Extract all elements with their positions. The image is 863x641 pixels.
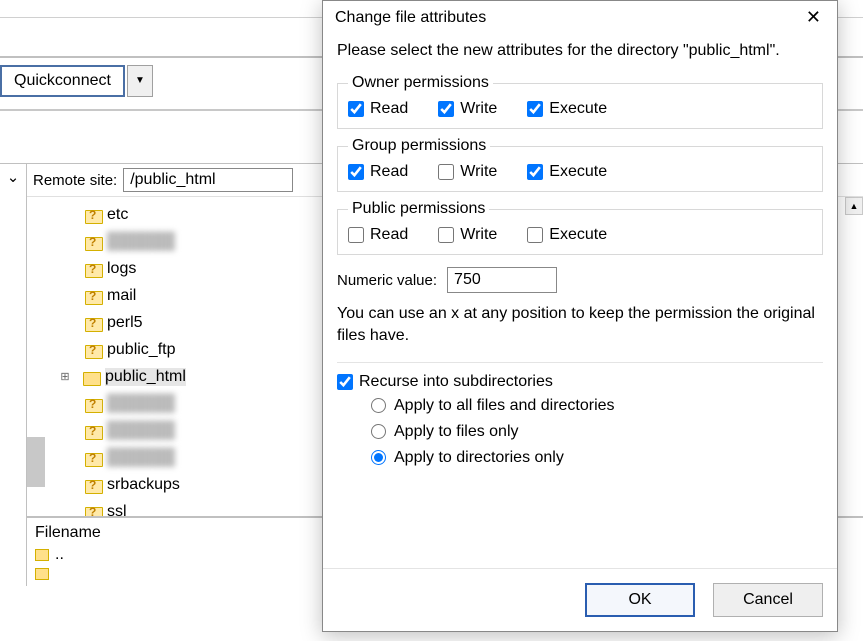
- scroll-up-button[interactable]: ▲: [845, 197, 863, 215]
- recurse-section: Recurse into subdirectories Apply to all…: [337, 362, 823, 467]
- owner-legend: Owner permissions: [348, 74, 493, 92]
- owner-read[interactable]: Read: [348, 100, 408, 118]
- tree-item-label: ██████: [107, 395, 175, 413]
- public-permissions-group: Public permissions Read Write Execute: [337, 200, 823, 255]
- owner-permissions-group: Owner permissions Read Write Execute: [337, 74, 823, 129]
- folder-unknown-icon: [85, 289, 101, 303]
- dialog-title: Change file attributes: [335, 9, 486, 27]
- tree-expander-icon[interactable]: ⊞: [59, 371, 71, 383]
- tree-item-label: public_html: [105, 368, 186, 386]
- quickconnect-dropdown[interactable]: ▼: [127, 65, 153, 97]
- folder-unknown-icon: [85, 478, 101, 492]
- folder-unknown-icon: [85, 235, 101, 249]
- tree-item-label: public_ftp: [107, 341, 176, 359]
- folder-unknown-icon: [85, 343, 101, 357]
- tree-item-label: ssl: [107, 503, 127, 517]
- group-execute[interactable]: Execute: [527, 163, 607, 181]
- numeric-value-row: Numeric value:: [337, 267, 823, 293]
- group-write[interactable]: Write: [438, 163, 497, 181]
- recurse-checkbox[interactable]: Recurse into subdirectories: [337, 373, 823, 391]
- recurse-radio-option[interactable]: Apply to directories only: [371, 449, 823, 467]
- group-legend: Group permissions: [348, 137, 490, 155]
- folder-unknown-icon: [85, 208, 101, 222]
- local-site-dropdown[interactable]: ⌄: [0, 164, 26, 586]
- tree-item-label: ██████: [107, 449, 175, 467]
- tree-item-label: etc: [107, 206, 128, 224]
- tree-item-label: logs: [107, 260, 136, 278]
- ok-button[interactable]: OK: [585, 583, 695, 617]
- owner-execute[interactable]: Execute: [527, 100, 607, 118]
- public-write[interactable]: Write: [438, 226, 497, 244]
- folder-icon: [35, 568, 49, 580]
- group-read[interactable]: Read: [348, 163, 408, 181]
- numeric-value-input[interactable]: [447, 267, 557, 293]
- dialog-titlebar: Change file attributes ✕: [323, 1, 837, 34]
- quickconnect-button[interactable]: Quickconnect: [0, 65, 125, 97]
- public-execute[interactable]: Execute: [527, 226, 607, 244]
- radio-label: Apply to all files and directories: [394, 397, 615, 415]
- tree-item-label: mail: [107, 287, 136, 305]
- radio-label: Apply to directories only: [394, 449, 564, 467]
- recurse-radio-option[interactable]: Apply to all files and directories: [371, 397, 823, 415]
- parent-dir-label: ..: [55, 546, 64, 564]
- dialog-button-row: OK Cancel: [323, 568, 837, 631]
- dialog-instruction: Please select the new attributes for the…: [337, 42, 823, 60]
- folder-unknown-icon: [85, 262, 101, 276]
- public-read[interactable]: Read: [348, 226, 408, 244]
- folder-unknown-icon: [85, 451, 101, 465]
- tree-item-label: srbackups: [107, 476, 180, 494]
- recurse-radio-option[interactable]: Apply to files only: [371, 423, 823, 441]
- group-permissions-group: Group permissions Read Write Execute: [337, 137, 823, 192]
- public-legend: Public permissions: [348, 200, 489, 218]
- radio-label: Apply to files only: [394, 423, 519, 441]
- folder-unknown-icon: [85, 316, 101, 330]
- folder-icon: [83, 370, 99, 384]
- close-icon[interactable]: ✕: [800, 7, 827, 28]
- remote-path-input[interactable]: [123, 168, 293, 192]
- folder-unknown-icon: [85, 397, 101, 411]
- numeric-label: Numeric value:: [337, 272, 437, 289]
- cancel-button[interactable]: Cancel: [713, 583, 823, 617]
- tree-item-label: perl5: [107, 314, 143, 332]
- folder-unknown-icon: [85, 424, 101, 438]
- numeric-help-text: You can use an x at any position to keep…: [337, 303, 823, 348]
- remote-site-label: Remote site:: [33, 172, 117, 189]
- change-attributes-dialog: Change file attributes ✕ Please select t…: [322, 0, 838, 632]
- scroll-thumb[interactable]: [27, 437, 45, 487]
- tree-item-label: ██████: [107, 233, 175, 251]
- folder-unknown-icon: [85, 505, 101, 517]
- folder-icon: [35, 549, 49, 561]
- owner-write[interactable]: Write: [438, 100, 497, 118]
- tree-item-label: ██████: [107, 422, 175, 440]
